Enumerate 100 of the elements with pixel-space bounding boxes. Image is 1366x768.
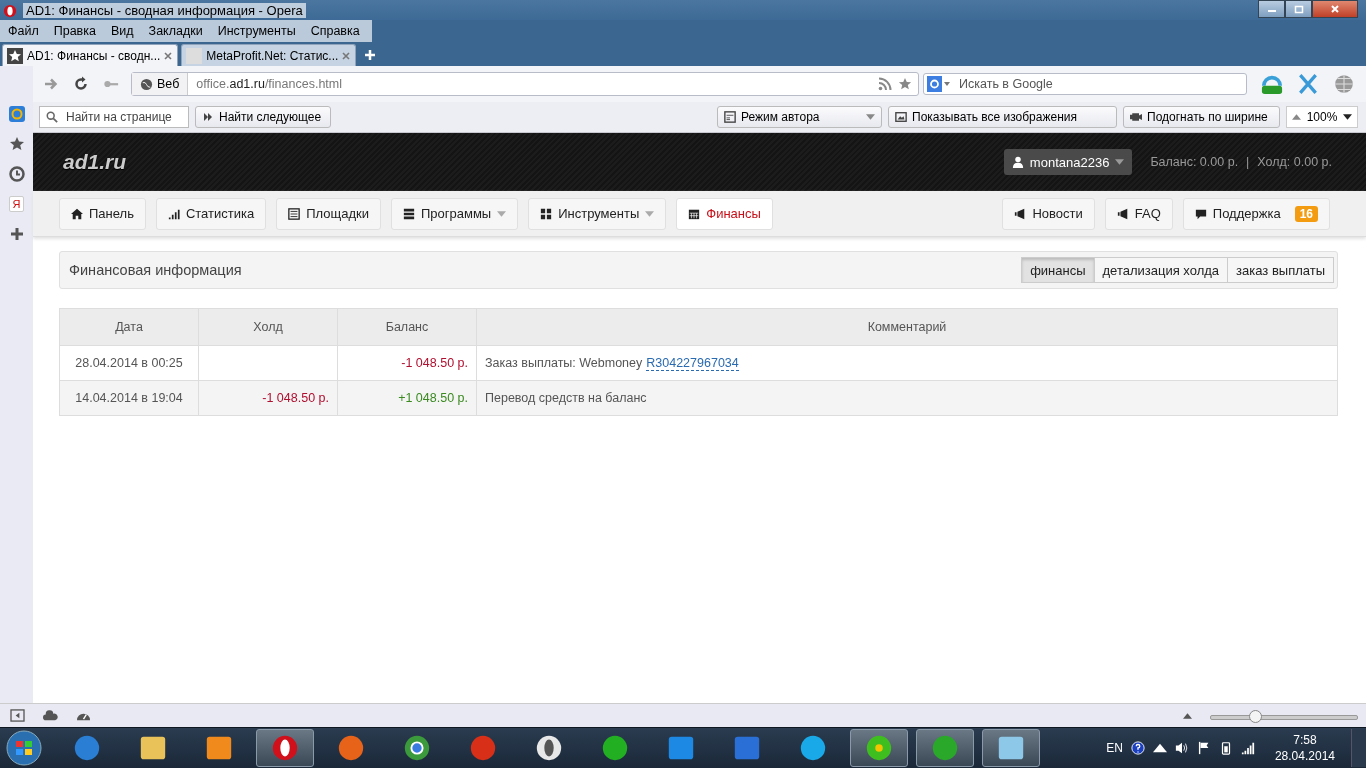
megaphone-icon [1014, 207, 1027, 220]
menu-item[interactable]: Правка [45, 24, 103, 38]
nav-button[interactable]: Программы [390, 197, 519, 230]
e-logo-icon [72, 733, 102, 763]
flag-icon[interactable] [1196, 741, 1211, 755]
nav-button[interactable]: Панель [59, 197, 146, 230]
window-title: AD1: Финансы - сводная информация - Opera [23, 3, 306, 18]
panel-toggle-icon[interactable] [10, 709, 25, 722]
language-indicator[interactable]: EN [1106, 741, 1123, 755]
date-cell: 14.04.2014 в 19:04 [59, 380, 199, 416]
slider-thumb[interactable] [1249, 709, 1263, 723]
caret-icon [1343, 114, 1352, 120]
star-icon[interactable] [8, 136, 25, 152]
zoom-dropdown[interactable]: 100% [1286, 106, 1358, 128]
section-tab[interactable]: финансы [1021, 257, 1095, 283]
user-menu-button[interactable]: montana2236 [1003, 149, 1133, 175]
count-badge: 16 [1294, 205, 1318, 222]
nav-button[interactable]: Статистика [155, 197, 267, 230]
nav-button[interactable]: Инструменты [528, 197, 667, 230]
zoom-slider[interactable] [1210, 709, 1358, 722]
o-ring-icon [534, 733, 564, 763]
speech-bubble-icon [1194, 207, 1207, 220]
reload-icon[interactable] [73, 76, 89, 92]
up-triangle-icon [1292, 114, 1301, 120]
minimize-button[interactable] [1258, 0, 1285, 18]
search-engine-icon[interactable] [927, 76, 951, 92]
maximize-icon [1293, 4, 1304, 14]
menu-item[interactable]: Закладки [140, 24, 210, 38]
caret-icon [1115, 159, 1125, 165]
menu-item[interactable]: Вид [102, 24, 141, 38]
home-icon [71, 207, 83, 220]
x-shape-icon[interactable] [1297, 73, 1319, 95]
taskbar-button[interactable] [256, 729, 314, 767]
menu-item[interactable]: Инструменты [209, 24, 303, 38]
maximize-button[interactable] [1285, 0, 1312, 18]
clock[interactable]: 7:58 28.04.2014 [1274, 732, 1335, 764]
help-icon[interactable] [1130, 741, 1145, 755]
close-icon[interactable] [342, 51, 351, 60]
site-logo[interactable]: ad1.ru [63, 150, 127, 174]
speaker-icon[interactable] [1174, 741, 1189, 755]
author-mode-dropdown[interactable]: Режим автора [717, 106, 882, 128]
web-badge[interactable]: Веб [132, 73, 189, 95]
show-images-button[interactable]: Показывать все изображения [888, 106, 1117, 128]
up-triangle-icon[interactable] [1152, 741, 1167, 755]
column-header: Дата [59, 308, 199, 346]
wallet-link[interactable]: R304227967034 [646, 356, 739, 371]
star-icon[interactable] [898, 77, 912, 91]
close-icon[interactable] [164, 51, 173, 60]
hold-text: Холд: 0.00 р. [1257, 155, 1332, 169]
megaphone-icon [1116, 207, 1129, 220]
caret-icon [645, 210, 655, 217]
up-triangle-icon[interactable] [1183, 712, 1192, 719]
star-icon [7, 47, 23, 64]
nav-button[interactable]: Поддержка 16 [1182, 197, 1330, 230]
comment-text: Заказ выплаты: Webmoney [485, 356, 643, 370]
nav-button[interactable]: Финансы [676, 197, 773, 230]
double-arrow-icon [202, 111, 214, 123]
menu-item[interactable]: Файл [0, 24, 46, 38]
section-tab[interactable]: детализация холда [1093, 257, 1229, 283]
clock-icon[interactable] [8, 166, 25, 182]
plus-icon[interactable] [8, 226, 25, 242]
fit-width-button[interactable]: Подогнать по ширине [1123, 106, 1280, 128]
cloud-icon[interactable] [43, 709, 58, 722]
close-button[interactable] [1312, 0, 1358, 18]
close-icon [1330, 4, 1340, 14]
section-title: Финансовая информация [69, 262, 242, 278]
nav-button[interactable]: FAQ [1104, 197, 1173, 230]
amount-text: -1 048.50 р. [401, 356, 468, 370]
balance-text: Баланс: 0.00 р. [1150, 155, 1239, 169]
start-button[interactable] [6, 730, 42, 766]
image-icon [895, 111, 907, 123]
nav-button[interactable]: Новости [1002, 197, 1095, 230]
find-next-button[interactable]: Найти следующее [195, 106, 331, 128]
signal-bars-icon[interactable] [1240, 741, 1255, 755]
find-field[interactable]: Найти на странице [39, 106, 189, 128]
browser-tab[interactable]: MetaProfit.Net: Статис... [181, 44, 357, 66]
bar-chart-icon [167, 207, 180, 220]
user-icon [1011, 156, 1024, 168]
caret-icon [497, 210, 507, 217]
grid-icon [540, 207, 553, 220]
menu-item[interactable]: Справка [302, 24, 367, 38]
amount-text: -1 048.50 р. [262, 391, 329, 405]
address-field[interactable]: Веб office.ad1.ru/finances.html [131, 72, 919, 96]
search-input[interactable]: Искать в Google [957, 76, 1246, 92]
nav-button[interactable]: Площадки [276, 197, 381, 230]
column-header: Баланс [337, 308, 477, 346]
letter-icon[interactable]: Я [8, 196, 25, 212]
column-header: Комментарий [476, 308, 1338, 346]
o-ring-icon [270, 733, 300, 763]
chrome-like-icon [402, 733, 432, 763]
caret-icon [866, 114, 875, 120]
o-ring-icon [3, 3, 17, 18]
browser-tab[interactable]: AD1: Финансы - сводн... [2, 44, 179, 66]
section-tab[interactable]: заказ выплаты [1227, 257, 1334, 283]
column-header: Холд [198, 308, 338, 346]
search-icon [46, 111, 58, 123]
search-field[interactable]: Искать в Google [923, 73, 1247, 95]
gauge-icon[interactable] [1261, 73, 1283, 95]
rss-icon[interactable] [878, 77, 892, 91]
taskbar-button[interactable] [982, 729, 1040, 767]
